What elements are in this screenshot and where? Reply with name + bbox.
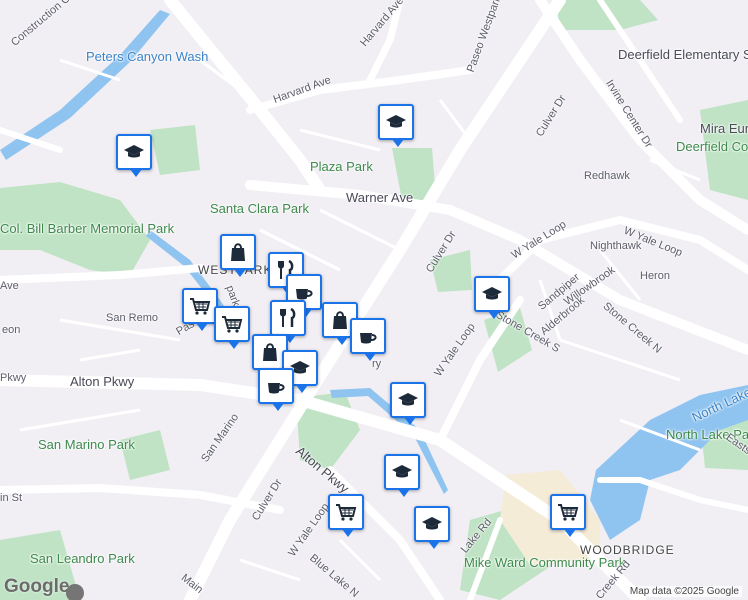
school-marker[interactable] <box>116 134 152 177</box>
grocery-marker[interactable] <box>214 306 250 349</box>
school-marker[interactable] <box>390 382 426 425</box>
school-icon <box>422 517 442 530</box>
road-label: Warner Ave <box>346 190 414 205</box>
grocery-cart-icon <box>336 504 357 521</box>
grocery-marker[interactable] <box>328 494 364 537</box>
cafe-marker[interactable] <box>258 368 294 411</box>
road-label: Pkwy <box>0 372 27 384</box>
school-marker[interactable] <box>378 104 414 147</box>
school-icon <box>392 465 412 478</box>
school-icon <box>482 287 502 300</box>
water-label: Peters Canyon Wash <box>86 49 209 64</box>
grocery-cart-icon <box>558 504 579 521</box>
park-label: Col. Bill Barber Memorial Park <box>0 221 175 236</box>
road-label: San Remo <box>106 312 158 324</box>
park-label: Santa Clara Park <box>210 201 309 216</box>
school-marker[interactable] <box>474 276 510 319</box>
school-marker[interactable] <box>384 454 420 497</box>
shopping-bag-icon <box>263 343 277 361</box>
shopping-bag-icon <box>333 311 347 329</box>
road-label: Redhawk <box>584 170 630 182</box>
cafe-icon <box>360 333 377 344</box>
grocery-cart-icon <box>222 316 243 333</box>
park-label: Deerfield Community Park <box>676 139 748 154</box>
park-label: Mike Ward Community Park <box>464 555 626 570</box>
road-label: Nighthawk <box>590 240 642 252</box>
place-label: Deerfield Elementary School <box>618 47 748 62</box>
park-label: North Lake Park <box>666 427 748 442</box>
shopping-bag-icon <box>231 243 245 261</box>
restaurant-icon <box>280 307 296 327</box>
park-label: San Marino Park <box>38 437 135 452</box>
cafe-marker[interactable] <box>350 318 386 361</box>
school-icon <box>124 145 144 158</box>
grocery-marker[interactable] <box>182 288 218 331</box>
cafe-icon <box>268 383 285 394</box>
map-canvas[interactable]: Construction Ci Peters Canyon Wash Harva… <box>0 0 748 600</box>
road-label: Alton Pkwy <box>70 374 135 389</box>
shopping-marker[interactable] <box>220 234 256 277</box>
map-base-layer <box>0 0 748 600</box>
park-label: Plaza Park <box>310 159 373 174</box>
place-label: Mira European Sc <box>700 121 748 136</box>
restaurant-marker[interactable] <box>270 300 306 343</box>
park-label: San Leandro Park <box>30 551 135 566</box>
school-icon <box>398 393 418 406</box>
road-label: in St <box>0 492 23 504</box>
road-label: eon <box>2 324 21 336</box>
google-logo: Google <box>4 576 70 597</box>
grocery-marker[interactable] <box>550 494 586 537</box>
compass-icon[interactable] <box>66 584 84 600</box>
map-attribution[interactable]: Map data ©2025 Google <box>626 586 742 597</box>
school-icon <box>386 115 406 128</box>
school-marker[interactable] <box>414 506 450 549</box>
road-label: Heron <box>640 270 670 282</box>
road-label: Ave <box>0 280 19 292</box>
grocery-cart-icon <box>190 298 211 315</box>
